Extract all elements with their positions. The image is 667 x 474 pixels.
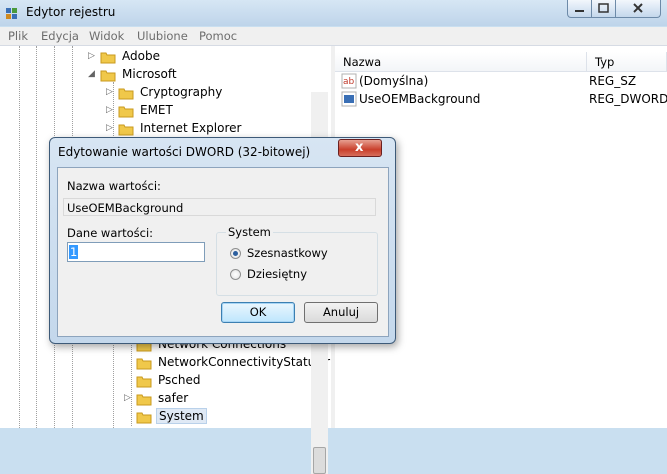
expand-arrow-icon[interactable]: ▷	[124, 393, 132, 403]
folder-open-icon	[100, 70, 116, 82]
value-data-label: Dane wartości:	[67, 226, 154, 240]
dialog-close-button[interactable]: x	[338, 139, 382, 157]
value-name: (Domyślna)	[359, 74, 429, 88]
minimize-icon	[575, 10, 584, 12]
folder-icon	[136, 376, 152, 388]
string-value-icon: ab	[341, 73, 357, 89]
close-window-button[interactable]	[615, 0, 661, 18]
radio-hexadecimal-label[interactable]: Szesnastkowy	[247, 246, 328, 260]
scrollbar-thumb[interactable]	[313, 447, 326, 474]
radio-decimal[interactable]	[230, 269, 241, 280]
menu-view[interactable]: Widok	[89, 29, 124, 43]
registry-editor-icon	[6, 8, 17, 19]
folder-icon	[118, 88, 134, 100]
value-name: UseOEMBackground	[359, 92, 481, 106]
radio-hexadecimal[interactable]	[230, 248, 241, 259]
tree-node-label: Psched	[158, 373, 201, 387]
menu-file[interactable]: Plik	[8, 29, 28, 43]
folder-icon	[118, 106, 134, 118]
edit-dword-dialog: Edytowanie wartości DWORD (32-bitowej) x…	[49, 137, 396, 344]
svg-text:ab: ab	[343, 77, 355, 87]
expand-arrow-icon[interactable]: ▷	[88, 51, 96, 61]
column-header-type[interactable]: Typ	[587, 52, 667, 72]
ok-button[interactable]: OK	[221, 302, 295, 323]
list-row[interactable]: ab (Domyślna) REG_SZ	[335, 72, 667, 90]
collapse-arrow-icon[interactable]: ◢	[88, 69, 96, 79]
tree-node-label: EMET	[140, 103, 173, 117]
close-icon	[633, 3, 643, 13]
tree-node-label: Microsoft	[122, 67, 177, 81]
tree-guide-line	[36, 46, 37, 428]
menu-bar: Plik Edycja Widok Ulubione Pomoc	[0, 27, 667, 46]
tree-node-label: safer	[158, 391, 189, 405]
tree-node-label: Internet Explorer	[140, 121, 242, 135]
tree-node-label: Adobe	[122, 49, 160, 63]
title-bar[interactable]: Edytor rejestru	[0, 0, 667, 26]
value-data-text: 1	[69, 245, 79, 259]
list-row[interactable]: UseOEMBackground REG_DWORD	[335, 90, 667, 108]
menu-favorites[interactable]: Ulubione	[137, 29, 188, 43]
folder-icon	[136, 412, 152, 424]
tree-node-label: Cryptography	[140, 85, 223, 99]
minimize-button[interactable]	[567, 0, 592, 18]
tree-expander	[124, 357, 132, 367]
tree-node-label: NetworkConnectivityStatusIr	[158, 355, 331, 369]
close-icon: x	[355, 140, 364, 155]
window-title: Edytor rejestru	[26, 5, 116, 19]
value-data-input[interactable]: 1	[67, 242, 205, 262]
maximize-icon	[598, 3, 609, 13]
folder-icon	[136, 394, 152, 406]
expand-arrow-icon[interactable]: ▷	[106, 123, 114, 133]
dialog-title: Edytowanie wartości DWORD (32-bitowej)	[58, 145, 311, 159]
base-groupbox: System Szesnastkowy Dziesiętny	[216, 225, 378, 296]
value-type: REG_SZ	[589, 74, 637, 88]
menu-edit[interactable]: Edycja	[41, 29, 79, 43]
dialog-body: Nazwa wartości: UseOEMBackground Dane wa…	[57, 167, 389, 337]
value-name-field: UseOEMBackground	[63, 198, 376, 216]
expand-arrow-icon[interactable]: ▷	[106, 105, 114, 115]
tree-node-label-selected: System	[156, 408, 207, 424]
radio-decimal-label[interactable]: Dziesiętny	[247, 267, 307, 281]
base-group-label: System	[226, 225, 273, 239]
tree-expander	[124, 411, 132, 421]
folder-icon	[100, 52, 116, 64]
tree-guide-line	[19, 46, 20, 428]
tree-expander	[124, 375, 132, 385]
folder-icon	[118, 124, 134, 136]
column-header-name[interactable]: Nazwa	[335, 52, 587, 72]
menu-help[interactable]: Pomoc	[199, 29, 237, 43]
expand-arrow-icon[interactable]: ▷	[106, 87, 114, 97]
cancel-button[interactable]: Anuluj	[304, 302, 378, 323]
maximize-button[interactable]	[591, 0, 616, 18]
binary-value-icon	[341, 91, 357, 107]
folder-icon	[136, 358, 152, 370]
value-type: REG_DWORD	[589, 92, 667, 106]
value-name-label: Nazwa wartości:	[67, 179, 161, 193]
